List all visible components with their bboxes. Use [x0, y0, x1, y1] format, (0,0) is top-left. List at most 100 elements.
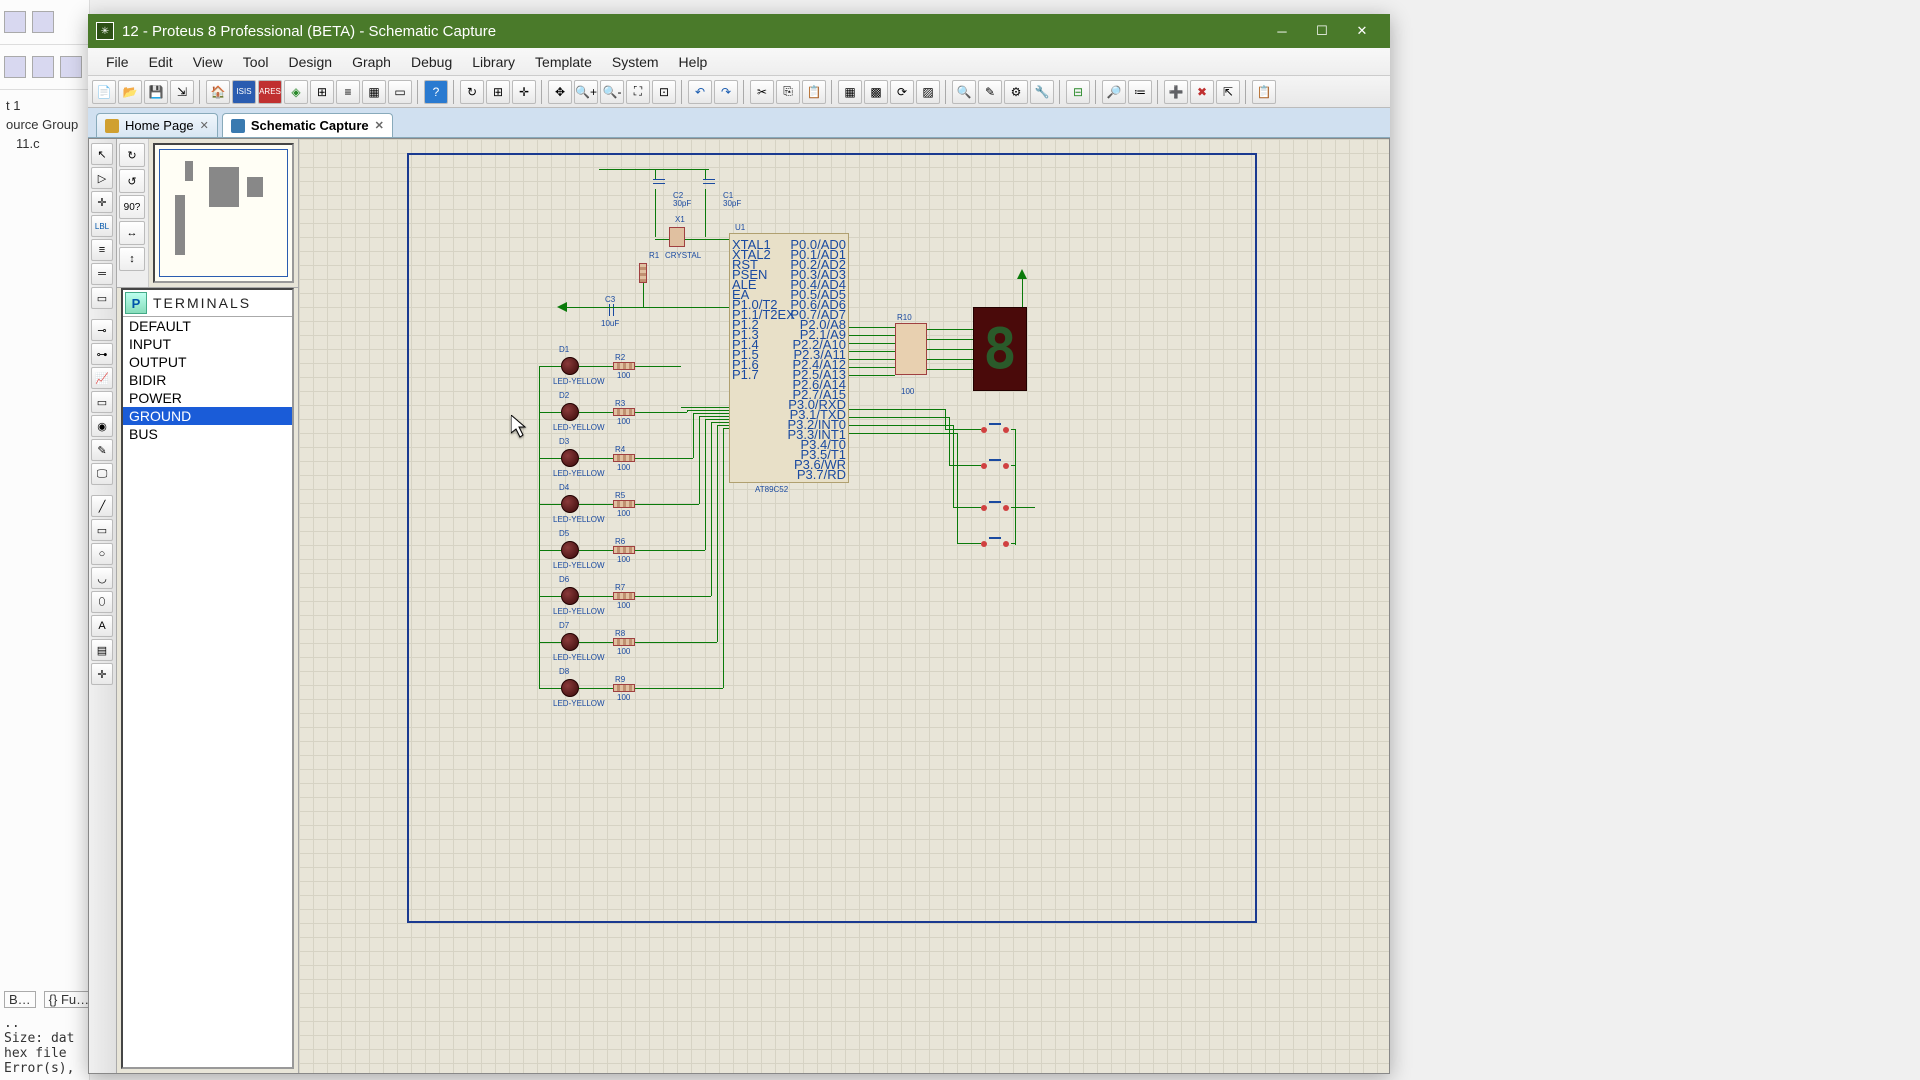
block-rotate-icon[interactable]: ⟳ [890, 80, 914, 104]
zoom-area-icon[interactable]: ⊡ [652, 80, 676, 104]
menu-design[interactable]: Design [278, 50, 342, 74]
menu-graph[interactable]: Graph [342, 50, 401, 74]
gerber-icon[interactable]: ⊞ [310, 80, 334, 104]
resistor-r6[interactable] [613, 546, 635, 554]
box-2d-icon[interactable]: ▭ [91, 519, 113, 541]
pan-icon[interactable]: ✥ [548, 80, 572, 104]
undo-icon[interactable]: ↶ [688, 80, 712, 104]
rotate-ccw-icon[interactable]: ↺ [119, 169, 145, 193]
probe-mode-icon[interactable]: ✎ [91, 439, 113, 461]
terminal-item[interactable]: BIDIR [123, 371, 292, 389]
pick-devices-button[interactable]: P [125, 292, 147, 314]
symbol-2d-icon[interactable]: ▤ [91, 639, 113, 661]
led-d1[interactable] [561, 357, 579, 375]
pin-mode-icon[interactable]: ⊶ [91, 343, 113, 365]
pcb-icon[interactable]: ARES [258, 80, 282, 104]
vsm-icon[interactable]: ▭ [388, 80, 412, 104]
power-terminal[interactable] [1017, 269, 1027, 279]
text-2d-icon[interactable]: A [91, 615, 113, 637]
paste-icon[interactable]: 📋 [802, 80, 826, 104]
menu-template[interactable]: Template [525, 50, 602, 74]
capacitor-c3[interactable] [604, 304, 618, 316]
terminal-list[interactable]: DEFAULTINPUTOUTPUTBIDIRPOWERGROUNDBUS [123, 317, 292, 1067]
menu-library[interactable]: Library [462, 50, 525, 74]
microcontroller-u1[interactable]: XTAL1XTAL2RSTPSENALEEAP1.0/T2P1.1/T2EXP1… [729, 233, 849, 483]
led-d8[interactable] [561, 679, 579, 697]
led-d2[interactable] [561, 403, 579, 421]
bg-tree-item[interactable]: 11.c [2, 134, 87, 153]
push-button[interactable] [981, 423, 1011, 437]
component-mode-icon[interactable]: ▷ [91, 167, 113, 189]
crystal-x1[interactable] [669, 227, 685, 247]
led-d3[interactable] [561, 449, 579, 467]
package-icon[interactable]: ⚙ [1004, 80, 1028, 104]
search-icon[interactable]: 🔎 [1102, 80, 1126, 104]
instrument-mode-icon[interactable]: 🖵 [91, 463, 113, 485]
menu-file[interactable]: File [96, 50, 139, 74]
maximize-button[interactable]: ☐ [1302, 14, 1342, 48]
schematic-icon[interactable]: ISIS [232, 80, 256, 104]
led-d5[interactable] [561, 541, 579, 559]
menu-debug[interactable]: Debug [401, 50, 462, 74]
push-button[interactable] [981, 459, 1011, 473]
arc-2d-icon[interactable]: ◡ [91, 567, 113, 589]
pick-icon[interactable]: 🔍 [952, 80, 976, 104]
new-sheet-icon[interactable]: ➕ [1164, 80, 1188, 104]
zoom-in-icon[interactable]: 🔍+ [574, 80, 598, 104]
selection-mode-icon[interactable]: ↖ [91, 143, 113, 165]
resistor-r4[interactable] [613, 454, 635, 462]
zoom-out-icon[interactable]: 🔍- [600, 80, 624, 104]
wire-autoroute-icon[interactable]: ⊟ [1066, 80, 1090, 104]
report-icon[interactable]: 📋 [1252, 80, 1276, 104]
subcircuit-icon[interactable]: ▭ [91, 287, 113, 309]
resistor-r1[interactable] [639, 263, 647, 283]
menu-view[interactable]: View [183, 50, 233, 74]
tab-home[interactable]: Home Page ✕ [96, 113, 218, 137]
generator-mode-icon[interactable]: ◉ [91, 415, 113, 437]
menu-help[interactable]: Help [669, 50, 718, 74]
mirror-h-icon[interactable]: ↔ [119, 221, 145, 245]
redo-icon[interactable]: ↷ [714, 80, 738, 104]
block-delete-icon[interactable]: ▨ [916, 80, 940, 104]
path-2d-icon[interactable]: ⬯ [91, 591, 113, 613]
terminal-item[interactable]: DEFAULT [123, 317, 292, 335]
resistor-r2[interactable] [613, 362, 635, 370]
bg-tree-item[interactable]: ource Group [2, 115, 87, 134]
label-mode-icon[interactable]: LBL [91, 215, 113, 237]
bus-mode-icon[interactable]: ═ [91, 263, 113, 285]
push-button[interactable] [981, 501, 1011, 515]
bg-button[interactable]: B… [4, 991, 36, 1008]
terminal-item[interactable]: INPUT [123, 335, 292, 353]
bom-icon[interactable]: ≡ [336, 80, 360, 104]
refresh-icon[interactable]: ↻ [460, 80, 484, 104]
grid-icon[interactable]: ⊞ [486, 80, 510, 104]
property-icon[interactable]: ≔ [1128, 80, 1152, 104]
schematic-canvas[interactable]: XTAL1XTAL2RSTPSENALEEAP1.0/T2P1.1/T2EXP1… [299, 139, 1389, 1073]
seven-segment-display[interactable]: 8 [973, 307, 1027, 391]
resistor-r5[interactable] [613, 500, 635, 508]
terminal-item[interactable]: POWER [123, 389, 292, 407]
save-icon[interactable]: 💾 [144, 80, 168, 104]
menu-tool[interactable]: Tool [233, 50, 279, 74]
terminal-item[interactable]: BUS [123, 425, 292, 443]
bg-tree-item[interactable]: t 1 [2, 96, 87, 115]
tape-mode-icon[interactable]: ▭ [91, 391, 113, 413]
rotate-cw-icon[interactable]: ↻ [119, 143, 145, 167]
bg-button[interactable]: {} Fu… [44, 991, 94, 1008]
titlebar[interactable]: 12 - Proteus 8 Professional (BETA) - Sch… [88, 14, 1390, 48]
import-icon[interactable]: ⇲ [170, 80, 194, 104]
resistor-network-r10[interactable] [895, 323, 927, 375]
block-copy-icon[interactable]: ▦ [838, 80, 862, 104]
marker-2d-icon[interactable]: ✛ [91, 663, 113, 685]
led-d4[interactable] [561, 495, 579, 513]
resistor-r8[interactable] [613, 638, 635, 646]
minimize-button[interactable]: ─ [1262, 14, 1302, 48]
terminal-mode-icon[interactable]: ⊸ [91, 319, 113, 341]
push-button[interactable] [981, 537, 1011, 551]
code-icon[interactable]: ▦ [362, 80, 386, 104]
decompose-icon[interactable]: 🔧 [1030, 80, 1054, 104]
led-d6[interactable] [561, 587, 579, 605]
close-button[interactable]: ✕ [1342, 14, 1382, 48]
resistor-r3[interactable] [613, 408, 635, 416]
led-d7[interactable] [561, 633, 579, 651]
